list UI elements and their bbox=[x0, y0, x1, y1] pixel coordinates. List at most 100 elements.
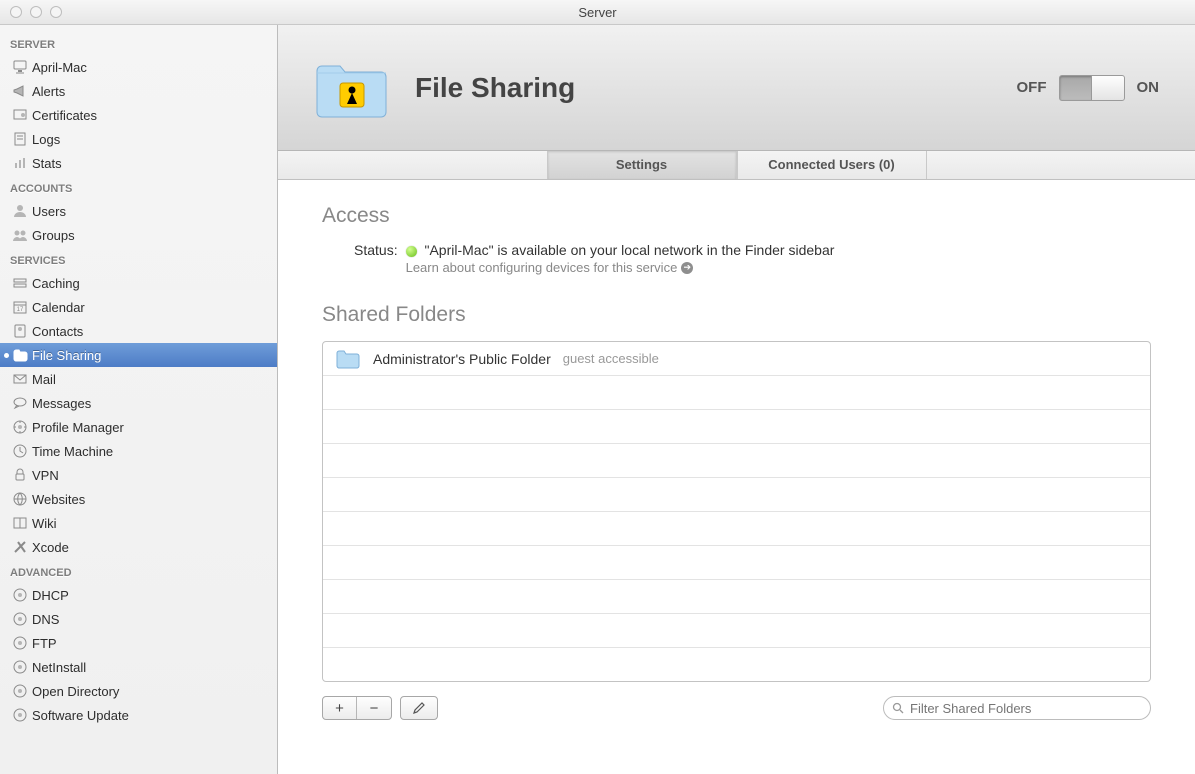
shared-folder-row-empty[interactable] bbox=[323, 580, 1150, 614]
window-controls[interactable] bbox=[0, 6, 62, 18]
sidebar-item-label: Caching bbox=[32, 276, 80, 291]
sidebar-item-alerts[interactable]: Alerts bbox=[0, 79, 277, 103]
tab-bar: SettingsConnected Users (0) bbox=[278, 151, 1195, 180]
megaphone-icon bbox=[12, 83, 28, 99]
sidebar-item-netinstall[interactable]: NetInstall bbox=[0, 655, 277, 679]
shared-folders-list[interactable]: Administrator's Public Folderguest acces… bbox=[322, 341, 1151, 682]
learn-link[interactable]: Learn about configuring devices for this… bbox=[406, 260, 835, 275]
sidebar-item-label: Profile Manager bbox=[32, 420, 124, 435]
sidebar-item-file-sharing[interactable]: File Sharing bbox=[0, 343, 277, 367]
sidebar-item-label: April-Mac bbox=[32, 60, 87, 75]
service-header: File Sharing OFF ON bbox=[278, 25, 1195, 151]
sidebar-item-contacts[interactable]: Contacts bbox=[0, 319, 277, 343]
close-icon[interactable] bbox=[10, 6, 22, 18]
fileshare-icon bbox=[12, 347, 28, 363]
sidebar-item-logs[interactable]: Logs bbox=[0, 127, 277, 151]
sidebar-item-label: VPN bbox=[32, 468, 59, 483]
sidebar-section-header: SERVER bbox=[0, 31, 277, 55]
sidebar-item-mail[interactable]: Mail bbox=[0, 367, 277, 391]
sidebar-item-label: Logs bbox=[32, 132, 60, 147]
calendar-icon: 17 bbox=[12, 299, 28, 315]
content-area: Access Status: "April-Mac" is available … bbox=[278, 180, 1195, 774]
sidebar-item-certificates[interactable]: Certificates bbox=[0, 103, 277, 127]
filter-input[interactable] bbox=[908, 700, 1142, 717]
sidebar-item-profile-manager[interactable]: Profile Manager bbox=[0, 415, 277, 439]
add-remove-segment: + − bbox=[322, 696, 392, 720]
tab-connected-users-0-[interactable]: Connected Users (0) bbox=[737, 151, 927, 179]
sidebar-item-label: Time Machine bbox=[32, 444, 113, 459]
toggle-on-label: ON bbox=[1137, 79, 1160, 96]
profile-icon bbox=[12, 419, 28, 435]
add-button[interactable]: + bbox=[323, 697, 357, 719]
shared-folder-row-empty[interactable] bbox=[323, 376, 1150, 410]
shared-folder-row-empty[interactable] bbox=[323, 444, 1150, 478]
sidebar-item-wiki[interactable]: Wiki bbox=[0, 511, 277, 535]
sidebar-item-dhcp[interactable]: DHCP bbox=[0, 583, 277, 607]
shared-folder-row[interactable]: Administrator's Public Folderguest acces… bbox=[323, 342, 1150, 376]
remove-button[interactable]: − bbox=[357, 697, 391, 719]
shared-folder-row-empty[interactable] bbox=[323, 512, 1150, 546]
toggle-off-label: OFF bbox=[1017, 79, 1047, 96]
sidebar-item-stats[interactable]: Stats bbox=[0, 151, 277, 175]
filter-field[interactable] bbox=[883, 696, 1151, 720]
sidebar-item-time-machine[interactable]: Time Machine bbox=[0, 439, 277, 463]
sidebar-item-ftp[interactable]: FTP bbox=[0, 631, 277, 655]
sidebar-item-users[interactable]: Users bbox=[0, 199, 277, 223]
group-icon bbox=[12, 227, 28, 243]
sidebar[interactable]: SERVER April-Mac AlertsCertificates Logs Sta… bbox=[0, 25, 278, 774]
shared-folders-heading: Shared Folders bbox=[322, 303, 1151, 327]
sidebar-item-label: Messages bbox=[32, 396, 91, 411]
sidebar-item-dns[interactable]: DNS bbox=[0, 607, 277, 631]
vpn-icon bbox=[12, 467, 28, 483]
status-text: "April-Mac" is available on your local n… bbox=[424, 242, 834, 258]
folder-icon bbox=[335, 348, 361, 370]
shared-folder-row-empty[interactable] bbox=[323, 410, 1150, 444]
sidebar-item-groups[interactable]: Groups bbox=[0, 223, 277, 247]
tm-icon bbox=[12, 443, 28, 459]
ftp-icon bbox=[12, 635, 28, 651]
messages-icon bbox=[12, 395, 28, 411]
shared-folder-row-empty[interactable] bbox=[323, 648, 1150, 681]
shared-folder-row-empty[interactable] bbox=[323, 546, 1150, 580]
minimize-icon[interactable] bbox=[30, 6, 42, 18]
dns-icon bbox=[12, 611, 28, 627]
sidebar-item-label: NetInstall bbox=[32, 660, 86, 675]
sidebar-item-label: Software Update bbox=[32, 708, 129, 723]
sidebar-section-header: SERVICES bbox=[0, 247, 277, 271]
titlebar[interactable]: Server bbox=[0, 0, 1195, 25]
shared-folder-row-empty[interactable] bbox=[323, 614, 1150, 648]
shared-folder-row-empty[interactable] bbox=[323, 478, 1150, 512]
service-title: File Sharing bbox=[415, 72, 991, 104]
xcode-icon bbox=[12, 539, 28, 555]
sidebar-item-label: Wiki bbox=[32, 516, 57, 531]
sidebar-item-label: Websites bbox=[32, 492, 85, 507]
sidebar-item-xcode[interactable]: Xcode bbox=[0, 535, 277, 559]
status-label: Status: bbox=[354, 242, 398, 258]
wiki-icon bbox=[12, 515, 28, 531]
sidebar-item-caching[interactable]: Caching bbox=[0, 271, 277, 295]
sidebar-item-messages[interactable]: Messages bbox=[0, 391, 277, 415]
sidebar-item-websites[interactable]: Websites bbox=[0, 487, 277, 511]
imac-icon bbox=[12, 59, 28, 75]
sidebar-section-header: ACCOUNTS bbox=[0, 175, 277, 199]
sidebar-item-label: FTP bbox=[32, 636, 57, 651]
on-off-switch[interactable] bbox=[1059, 75, 1125, 101]
sidebar-item-vpn[interactable]: VPN bbox=[0, 463, 277, 487]
sidebar-section-header: ADVANCED bbox=[0, 559, 277, 583]
sidebar-item-calendar[interactable]: 17Calendar bbox=[0, 295, 277, 319]
od-icon bbox=[12, 683, 28, 699]
stats-icon bbox=[12, 155, 28, 171]
sidebar-item-label: Contacts bbox=[32, 324, 83, 339]
edit-button[interactable] bbox=[400, 696, 438, 720]
access-heading: Access bbox=[322, 204, 1151, 228]
sidebar-item-label: Users bbox=[32, 204, 66, 219]
tab-settings[interactable]: Settings bbox=[547, 151, 737, 179]
sidebar-item-label: File Sharing bbox=[32, 348, 101, 363]
sidebar-item-april-mac[interactable]: April-Mac bbox=[0, 55, 277, 79]
sidebar-item-software-update[interactable]: Software Update bbox=[0, 703, 277, 727]
status-indicator-icon bbox=[406, 246, 417, 257]
svg-text:17: 17 bbox=[17, 307, 24, 313]
sidebar-item-open-directory[interactable]: Open Directory bbox=[0, 679, 277, 703]
zoom-icon[interactable] bbox=[50, 6, 62, 18]
su-icon bbox=[12, 707, 28, 723]
